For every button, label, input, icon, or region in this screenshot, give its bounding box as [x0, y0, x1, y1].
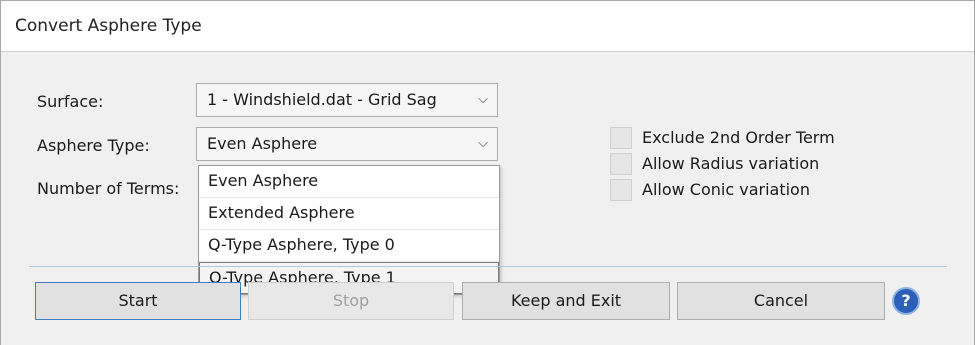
- asphere-type-select-value: Even Asphere: [207, 134, 318, 153]
- checkbox-label: Exclude 2nd Order Term: [642, 128, 835, 147]
- surface-label: Surface:: [37, 92, 104, 111]
- keep-and-exit-button[interactable]: Keep and Exit: [462, 282, 670, 320]
- checkbox[interactable]: [610, 179, 632, 201]
- dropdown-option[interactable]: Even Asphere: [199, 166, 499, 198]
- asphere-type-select[interactable]: Even Asphere ⌵: [196, 127, 498, 161]
- stop-button[interactable]: Stop: [248, 282, 454, 320]
- checkbox-label: Allow Radius variation: [642, 154, 820, 173]
- dropdown-option[interactable]: Q-Type Asphere, Type 0: [199, 230, 499, 262]
- asphere-type-label: Asphere Type:: [37, 136, 150, 155]
- cancel-button[interactable]: Cancel: [677, 282, 885, 320]
- surface-select-value: 1 - Windshield.dat - Grid Sag: [207, 90, 437, 109]
- dialog-window: Convert Asphere Type Surface: 1 - Windsh…: [0, 0, 975, 345]
- checkbox[interactable]: [610, 127, 632, 149]
- dialog-title: Convert Asphere Type: [15, 16, 202, 36]
- asphere-type-dropdown-list: Even Asphere Extended Asphere Q-Type Asp…: [198, 165, 500, 295]
- checkbox[interactable]: [610, 153, 632, 175]
- chevron-down-icon: ⌵: [478, 92, 488, 107]
- chevron-down-icon: ⌵: [478, 136, 488, 151]
- checkbox-label: Allow Conic variation: [642, 180, 810, 199]
- surface-select[interactable]: 1 - Windshield.dat - Grid Sag ⌵: [196, 83, 498, 117]
- dropdown-option[interactable]: Extended Asphere: [199, 198, 499, 230]
- start-button[interactable]: Start: [35, 282, 241, 320]
- help-icon[interactable]: ?: [892, 287, 920, 315]
- number-of-terms-label: Number of Terms:: [37, 179, 180, 198]
- separator-line: [29, 266, 947, 267]
